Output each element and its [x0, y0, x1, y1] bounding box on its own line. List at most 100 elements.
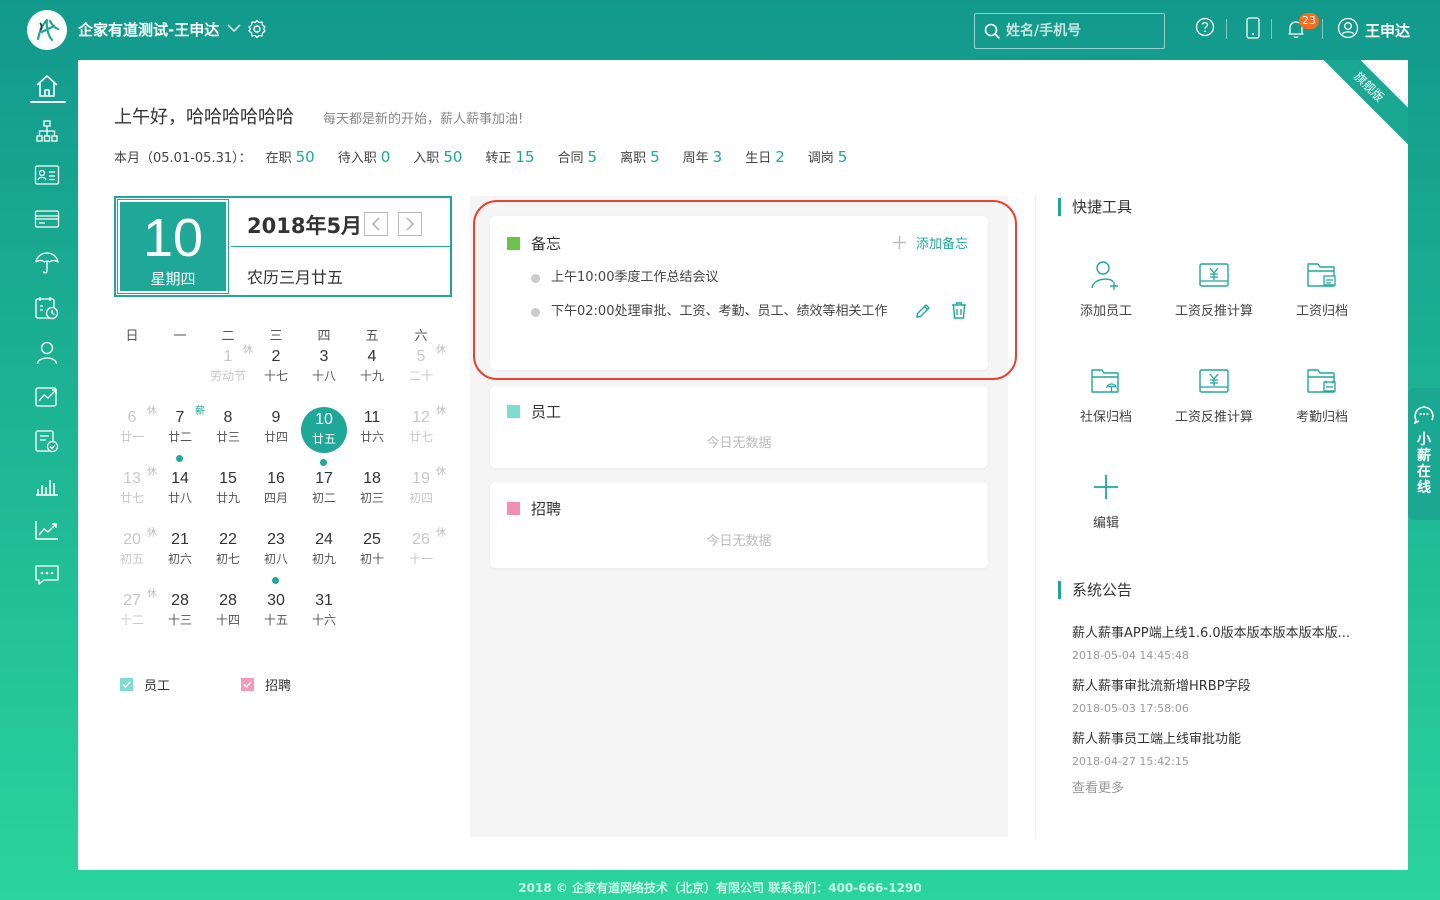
calendar-day[interactable]: 30 十五 [253, 588, 299, 634]
nav-home[interactable] [24, 66, 70, 106]
nav-performance[interactable] [24, 377, 70, 417]
stat-active[interactable]: 在职 50 [266, 147, 315, 166]
calendar-day[interactable]: 13 廿七休 [109, 466, 157, 512]
checkbox-icon[interactable] [241, 678, 254, 691]
calendar-day[interactable]: 31 十六 [301, 588, 347, 634]
tool-social-archive[interactable]: 社保归档 [1056, 364, 1156, 425]
nav-recruit[interactable] [24, 333, 70, 373]
nav-org[interactable] [24, 111, 70, 151]
legend-recruit[interactable]: 招聘 [241, 675, 291, 694]
tool-salary-archive[interactable]: 工资归档 [1272, 258, 1372, 319]
notice-item[interactable]: 薪人薪事APP端上线1.6.0版本版本版本版本版... 2018-05-04 1… [1072, 622, 1372, 662]
tool-attendance-archive[interactable]: 考勤归档 [1272, 364, 1372, 425]
org-name[interactable]: 企家有道测试-王申达 [78, 19, 219, 40]
nav-approval[interactable] [24, 421, 70, 461]
stat-birthday[interactable]: 生日 2 [745, 147, 785, 166]
calendar-day[interactable]: 21 初六 [157, 527, 203, 573]
notice-item[interactable]: 薪人薪事审批流新增HRBP字段 2018-05-03 17:58:06 [1072, 675, 1372, 715]
calendar-day[interactable]: 17 初二 [301, 466, 347, 512]
user-icon [36, 341, 58, 365]
tool-salary-calc-2[interactable]: 工资反推计算 [1164, 364, 1264, 425]
calendar-day[interactable]: 3 十八 [301, 344, 347, 390]
nav-salary[interactable] [24, 199, 70, 239]
calendar-day[interactable]: 9 廿四 [253, 405, 299, 451]
calendar-day[interactable]: 25 初十 [349, 527, 395, 573]
user-avatar-icon[interactable] [1337, 17, 1359, 39]
stat-leave[interactable]: 离职 5 [620, 147, 660, 166]
view-more-link[interactable]: 查看更多 [1072, 777, 1124, 796]
lunar-day: 十四 [215, 613, 240, 627]
calendar-day[interactable]: 2 十七 [253, 344, 299, 390]
calendar-day[interactable]: 16 四月 [253, 466, 299, 512]
calendar-day[interactable]: 22 初七 [205, 527, 251, 573]
calendar-day[interactable]: 23 初八 [253, 527, 299, 584]
user-name[interactable]: 王申达 [1365, 20, 1410, 41]
notice-title[interactable]: 薪人薪事审批流新增HRBP字段 [1072, 675, 1372, 694]
help-icon[interactable] [1195, 17, 1215, 37]
nav-analysis[interactable] [24, 510, 70, 550]
calendar-day[interactable]: 7 廿二薪 [157, 405, 205, 462]
day-number: 21 [171, 531, 189, 548]
calendar-day[interactable]: 1 劳动节休 [205, 344, 253, 390]
stat-onboard[interactable]: 入职 50 [413, 147, 462, 166]
stat-pending[interactable]: 待入职 0 [338, 147, 391, 166]
calendar-day[interactable]: 14 廿八 [157, 466, 203, 512]
today-number: 10 [142, 208, 204, 268]
legend-employee[interactable]: 员工 [120, 675, 170, 694]
stat-transfer[interactable]: 调岗 5 [808, 147, 848, 166]
notice-title[interactable]: 薪人薪事APP端上线1.6.0版本版本版本版本版... [1072, 622, 1372, 641]
calendar-day[interactable]: 4 十九 [349, 344, 395, 390]
nav-message[interactable] [24, 555, 70, 595]
calendar-day-today[interactable]: 10 廿五 [301, 407, 347, 466]
calendar-day[interactable]: 28 十四 [205, 588, 251, 634]
search-box[interactable] [974, 13, 1165, 49]
stat-anniversary[interactable]: 周年 3 [683, 147, 723, 166]
notice-item[interactable]: 薪人薪事员工端上线审批功能 2018-04-27 15:42:15 [1072, 728, 1372, 768]
calendar-day[interactable]: 18 初三 [349, 466, 395, 512]
org-chart-icon [36, 120, 58, 142]
calendar-day[interactable]: 6 廿一休 [109, 405, 157, 451]
umbrella-icon [35, 252, 59, 274]
recruit-color-marker [507, 502, 520, 515]
calendar-day[interactable]: 20 初五休 [109, 527, 157, 573]
calendar-day[interactable]: 27 十二休 [109, 588, 157, 634]
lunar-day: 廿四 [263, 430, 288, 444]
calendar-day[interactable]: 28 十三 [157, 588, 203, 634]
event-dot [176, 455, 183, 462]
stat-contract[interactable]: 合同 5 [558, 147, 598, 166]
tool-salary-calc[interactable]: 工资反推计算 [1164, 258, 1264, 319]
calendar-day[interactable]: 19 初四休 [398, 466, 446, 512]
recruit-card: 招聘 今日无数据 [490, 482, 988, 568]
calendar-day[interactable]: 12 廿七休 [398, 405, 446, 451]
employee-empty-text: 今日无数据 [706, 436, 772, 451]
tool-edit[interactable]: 编辑 [1056, 470, 1156, 531]
calendar-day[interactable]: 24 初九 [301, 527, 347, 573]
gear-icon[interactable] [247, 19, 267, 39]
next-month-button[interactable] [398, 212, 422, 236]
stat-regular[interactable]: 转正 15 [485, 147, 534, 166]
stat-value: 2 [775, 148, 785, 166]
chevron-down-icon[interactable] [226, 20, 242, 36]
recruit-card-title: 招聘 [507, 498, 561, 519]
online-helper-widget[interactable]: 小薪在线 [1408, 388, 1440, 520]
company-logo[interactable] [27, 10, 67, 50]
calendar-day[interactable]: 8 廿三 [205, 405, 251, 451]
divider [1271, 19, 1272, 39]
nav-social-security[interactable] [24, 243, 70, 283]
nav-attendance[interactable] [24, 288, 70, 328]
nav-employee-file[interactable] [24, 155, 70, 195]
calendar-day[interactable]: 5 二十休 [398, 344, 446, 390]
notice-title[interactable]: 薪人薪事员工端上线审批功能 [1072, 728, 1372, 747]
mobile-icon[interactable] [1245, 17, 1261, 39]
tool-add-employee[interactable]: 添加员工 [1056, 258, 1156, 319]
nav-report[interactable] [24, 466, 70, 506]
day-number: 22 [219, 531, 237, 548]
checkbox-icon[interactable] [120, 678, 133, 691]
prev-month-button[interactable] [364, 212, 388, 236]
search-input[interactable] [1006, 20, 1156, 42]
top-bar: 企家有道测试-王申达 23 王申达 [0, 0, 1440, 60]
calendar-day[interactable]: 11 廿六 [349, 405, 395, 451]
divider [231, 246, 450, 247]
calendar-day[interactable]: 26 十一休 [398, 527, 446, 573]
calendar-day[interactable]: 15 廿九 [205, 466, 251, 512]
